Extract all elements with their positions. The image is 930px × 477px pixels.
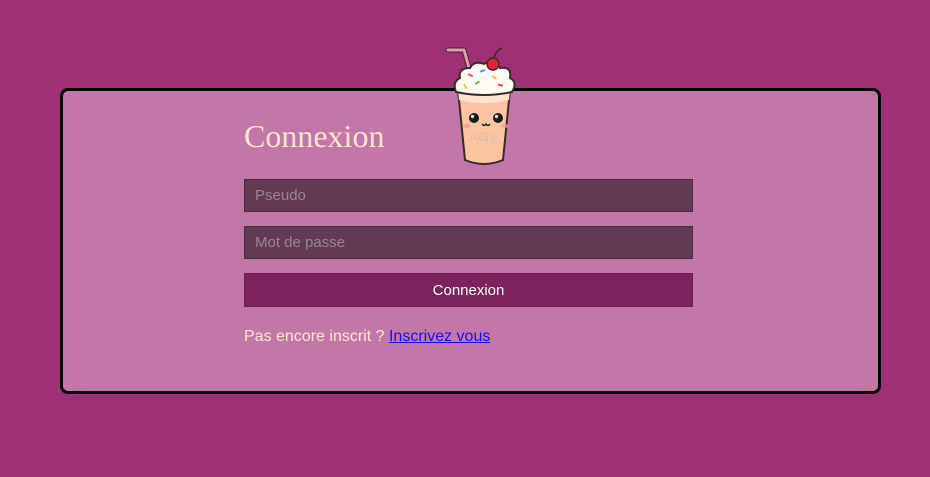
milkshake-mascot-icon: 파티오 (445, 47, 516, 165)
username-input[interactable] (244, 179, 693, 212)
signup-link[interactable]: Inscrivez vous (389, 328, 490, 345)
password-input[interactable] (244, 226, 693, 259)
mascot-cup-text: 파티오 (470, 132, 500, 145)
login-button[interactable]: Connexion (244, 273, 693, 307)
page-title: Connexion (244, 118, 385, 154)
signup-prompt: Pas encore inscrit ? (244, 328, 385, 345)
signup-row: Pas encore inscrit ? Inscrivez vous (244, 327, 490, 347)
